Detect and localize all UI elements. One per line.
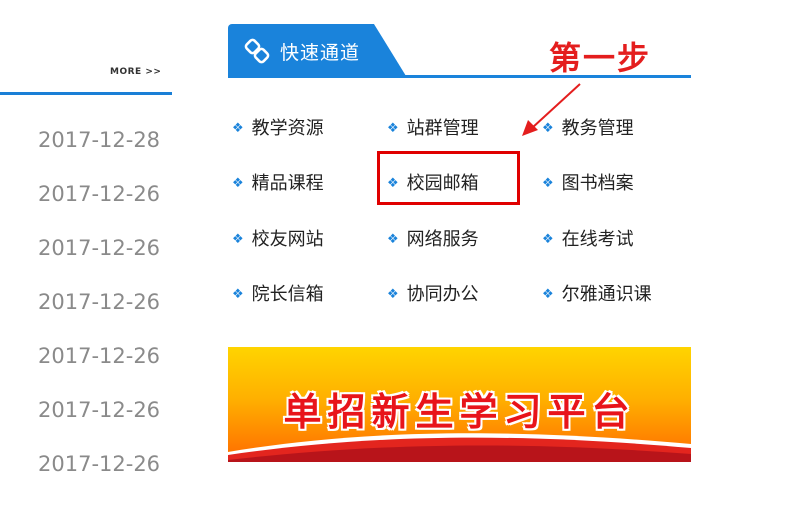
diamond-bullet-icon: ❖ xyxy=(387,232,399,247)
quick-link-label: 教学资源 xyxy=(251,118,324,139)
diamond-bullet-icon: ❖ xyxy=(542,121,554,136)
news-date: 2017-12-26 xyxy=(38,182,161,206)
quick-link-label: 站群管理 xyxy=(406,118,479,139)
quick-channel-tab[interactable]: 快速通道 xyxy=(228,24,406,76)
diamond-bullet-icon: ❖ xyxy=(232,121,244,136)
panel-title: 快速通道 xyxy=(280,42,361,64)
news-date: 2017-12-28 xyxy=(38,128,161,152)
quick-link-label: 网络服务 xyxy=(406,229,479,250)
diamond-bullet-icon: ❖ xyxy=(542,176,554,191)
date-list: 2017-12-28 2017-12-26 2017-12-26 2017-12… xyxy=(38,123,160,501)
quick-link[interactable]: ❖ 院长信箱 xyxy=(232,280,324,306)
diamond-bullet-icon: ❖ xyxy=(232,287,244,302)
quick-link-label: 精品课程 xyxy=(251,173,324,194)
banner-title: 单招新生学习平台 xyxy=(283,389,636,434)
quick-link-label: 教务管理 xyxy=(561,118,634,139)
diamond-bullet-icon: ❖ xyxy=(387,121,399,136)
diamond-bullet-icon: ❖ xyxy=(387,287,399,302)
more-link[interactable]: MORE >> xyxy=(110,67,161,77)
news-date: 2017-12-26 xyxy=(38,344,161,368)
quick-link[interactable]: ❖ 教务管理 xyxy=(542,114,634,140)
diamond-bullet-icon: ❖ xyxy=(542,232,554,247)
quick-link[interactable]: ❖ 在线考试 xyxy=(542,225,634,251)
quick-link[interactable]: ❖ 尔雅通识课 xyxy=(542,280,652,306)
link-icon xyxy=(244,38,270,64)
quick-link-label: 尔雅通识课 xyxy=(561,284,652,305)
news-date: 2017-12-26 xyxy=(38,452,161,476)
quick-link[interactable]: ❖ 图书档案 xyxy=(542,169,634,195)
quick-link-label: 协同办公 xyxy=(406,284,479,305)
quick-link-label: 图书档案 xyxy=(561,173,634,194)
quick-link-label: 校友网站 xyxy=(251,229,324,250)
quick-link[interactable]: ❖ 教学资源 xyxy=(232,114,324,140)
news-date-column: MORE >> 2017-12-28 2017-12-26 2017-12-26… xyxy=(0,0,172,528)
quick-link[interactable]: ❖ 校友网站 xyxy=(232,225,324,251)
news-date: 2017-12-26 xyxy=(38,398,161,422)
quick-link[interactable]: ❖ 站群管理 xyxy=(387,114,479,140)
quick-link-label: 院长信箱 xyxy=(251,284,324,305)
diamond-bullet-icon: ❖ xyxy=(232,176,244,191)
quick-link[interactable]: ❖ 精品课程 xyxy=(232,169,324,195)
quick-link-label: 在线考试 xyxy=(561,229,634,250)
section-divider xyxy=(0,92,172,95)
news-date: 2017-12-26 xyxy=(38,290,161,314)
quick-link[interactable]: ❖ 协同办公 xyxy=(387,280,479,306)
news-date: 2017-12-26 xyxy=(38,236,161,260)
highlight-box xyxy=(377,151,520,205)
quick-link[interactable]: ❖ 网络服务 xyxy=(387,225,479,251)
diamond-bullet-icon: ❖ xyxy=(232,232,244,247)
diamond-bullet-icon: ❖ xyxy=(542,287,554,302)
promo-banner[interactable]: 单招新生学习平台 xyxy=(228,347,691,462)
